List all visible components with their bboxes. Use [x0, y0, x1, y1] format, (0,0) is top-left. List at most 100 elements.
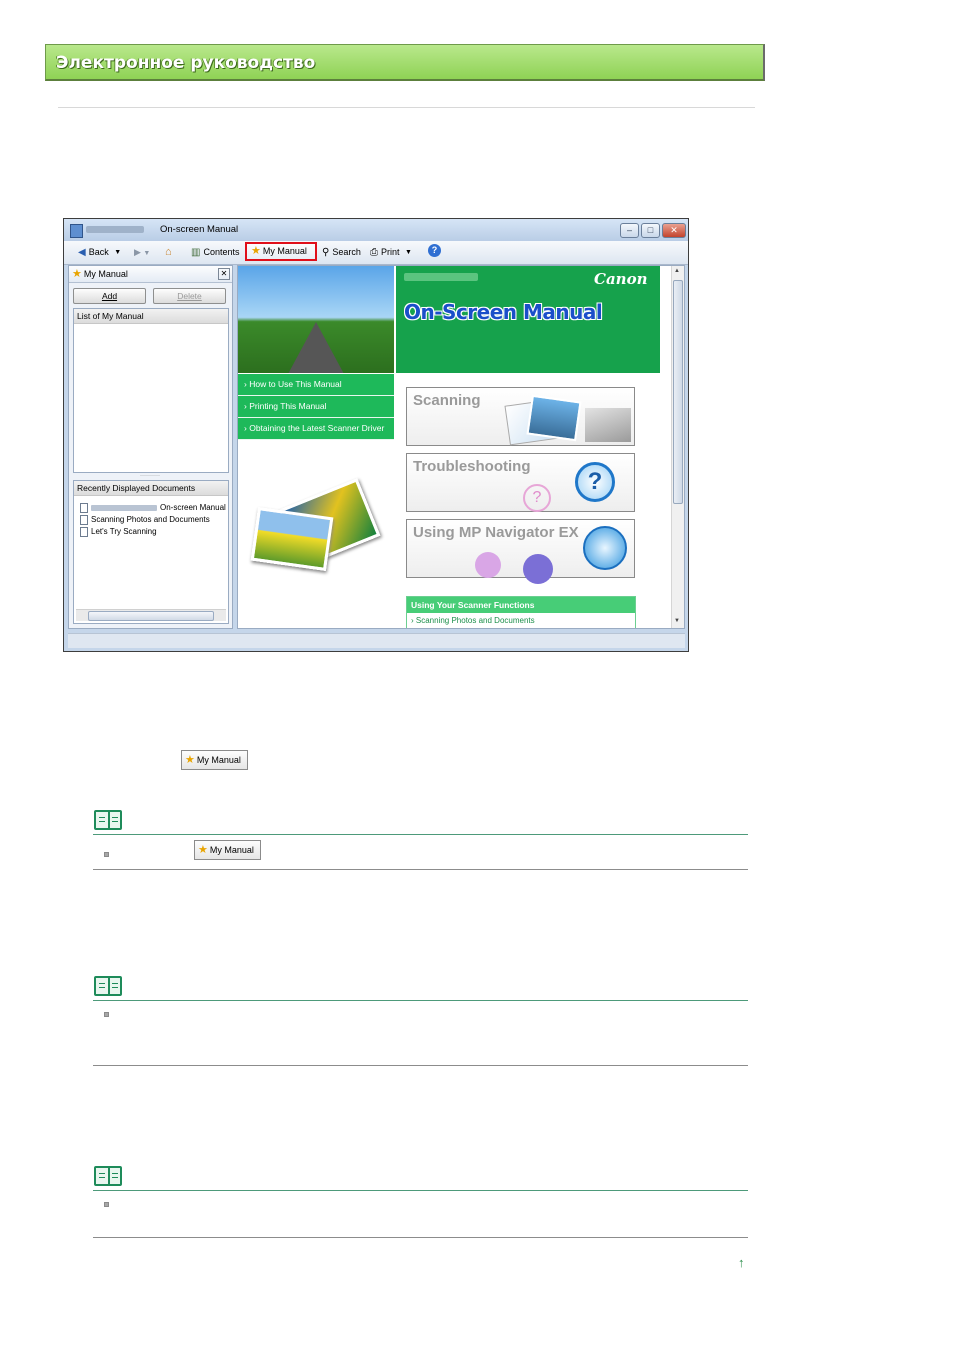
note-bullet: [104, 1012, 109, 1017]
my-manual-label: My Manual: [262, 246, 307, 256]
nav-link-label: Obtaining the Latest Scanner Driver: [249, 423, 385, 433]
my-manual-button-highlighted[interactable]: ★ My Manual: [245, 242, 317, 261]
road-shape: [288, 322, 344, 373]
help-icon: ?: [575, 462, 615, 502]
inline-button-label: My Manual: [196, 755, 241, 765]
search-label: Search: [332, 247, 361, 257]
scrollbar-thumb[interactable]: [88, 611, 214, 621]
help-icon: ?: [523, 484, 551, 512]
panel-close-icon[interactable]: ✕: [218, 268, 230, 280]
note-end-rule: [93, 1237, 748, 1238]
delete-label: Delete: [177, 291, 202, 301]
nav-link-how-to-use[interactable]: › How to Use This Manual: [238, 374, 394, 396]
list-header: List of My Manual: [74, 309, 228, 324]
print-label: Print: [381, 247, 400, 257]
maximize-icon[interactable]: □: [641, 223, 660, 238]
search-button[interactable]: ⚲ Search: [322, 245, 361, 259]
book-icon: ▥: [191, 246, 201, 258]
panel-splitter[interactable]: ··········: [73, 473, 227, 479]
contents-button[interactable]: ▥ Contents: [191, 245, 239, 259]
disc-icon: [475, 552, 501, 578]
card-mp-navigator[interactable]: Using MP Navigator EX: [406, 519, 635, 584]
card-title: Scanning: [413, 392, 481, 409]
search-icon: ⚲: [322, 246, 330, 258]
note-book-icon: [94, 810, 122, 830]
back-button[interactable]: ◀ Back ▼: [78, 245, 124, 259]
functions-link[interactable]: › Scanning Photos and Documents: [411, 616, 535, 625]
scanner-functions-box: Using Your Scanner Functions › Scanning …: [406, 596, 636, 628]
functions-link-label: Scanning Photos and Documents: [415, 616, 535, 625]
app-window-screenshot: On-screen Manual – □ ✕ ◀ Back ▼ ▶ ▼ ⌂ ▥ Co…: [63, 218, 689, 652]
home-icon[interactable]: ⌂: [165, 245, 172, 259]
back-arrow-icon: ◀: [78, 246, 86, 258]
manual-content-pane: Canon On-Screen Manual › How to Use This…: [237, 265, 685, 629]
add-label: Add: [101, 291, 118, 301]
note-bullet: [104, 1202, 109, 1207]
list-item[interactable]: Scanning Photos and Documents: [80, 515, 210, 525]
my-manual-list[interactable]: List of My Manual: [73, 308, 229, 473]
note-book-icon: [94, 976, 122, 996]
panel-title: My Manual: [83, 269, 128, 279]
header-divider: [58, 107, 755, 108]
nav-link-label: How to Use This Manual: [249, 379, 342, 389]
window-title: On-screen Manual: [160, 224, 239, 235]
forward-button[interactable]: ▶ ▼: [134, 245, 150, 259]
note-rule: [93, 834, 748, 835]
scanner-illustration: [585, 408, 631, 442]
list-item[interactable]: Let's Try Scanning: [80, 527, 157, 537]
my-manual-inline-button: ★ My Manual: [194, 840, 261, 860]
note-rule: [93, 1190, 748, 1191]
list-item-label: On-screen Manual: [160, 503, 226, 513]
manual-title: Электронное руководство: [56, 53, 316, 73]
help-icon[interactable]: ?: [428, 244, 441, 257]
note-rule: [93, 1000, 748, 1001]
scrollbar-thumb[interactable]: [673, 280, 683, 504]
nav-link-label: Printing This Manual: [249, 401, 327, 411]
canon-logo: Canon: [594, 270, 648, 288]
vertical-scrollbar[interactable]: ▲ ▼: [671, 266, 684, 628]
app-icon: [70, 224, 83, 238]
star-icon: ★: [72, 268, 82, 280]
inline-button-label: My Manual: [209, 845, 254, 855]
card-scanning[interactable]: Scanning: [406, 387, 635, 446]
my-manual-panel: ★ My Manual ✕ Add Delete List of My Manua…: [68, 265, 233, 629]
card-title: Troubleshooting: [413, 458, 531, 475]
scanner-icon: [583, 526, 627, 570]
list-item-label: Let's Try Scanning: [91, 527, 157, 537]
close-icon[interactable]: ✕: [662, 223, 686, 238]
delete-button[interactable]: Delete: [153, 288, 226, 304]
card-troubleshooting[interactable]: Troubleshooting ? ?: [406, 453, 635, 512]
document-icon: [80, 503, 88, 513]
minimize-icon[interactable]: –: [620, 223, 639, 238]
functions-heading: Using Your Scanner Functions: [407, 597, 635, 613]
blurred-product-name: [86, 226, 144, 233]
horizontal-scrollbar[interactable]: [76, 609, 226, 621]
window-titlebar: On-screen Manual – □ ✕: [64, 219, 688, 241]
photo-illustration: [526, 394, 582, 442]
card-title: Using MP Navigator EX: [413, 524, 579, 541]
print-button[interactable]: ⎙ Print ▼: [370, 245, 415, 259]
back-label: Back: [88, 247, 109, 257]
manual-heading: On-Screen Manual: [404, 300, 603, 324]
add-button[interactable]: Add: [73, 288, 146, 304]
document-icon: [80, 527, 88, 537]
star-icon: ★: [185, 754, 195, 766]
blurred-product-name: [91, 505, 157, 511]
star-icon: ★: [251, 245, 261, 257]
page-top-arrow-icon[interactable]: ↑: [738, 1256, 745, 1269]
note-book-icon: [94, 1166, 122, 1186]
scroll-up-icon[interactable]: ▲: [674, 268, 680, 274]
print-icon: ⎙: [370, 246, 378, 258]
photo-illustration: [250, 506, 334, 572]
nav-link-driver[interactable]: › Obtaining the Latest Scanner Driver: [238, 418, 394, 440]
note-end-rule: [93, 869, 748, 870]
grid-icon: [523, 554, 553, 584]
nav-link-printing[interactable]: › Printing This Manual: [238, 396, 394, 418]
list-item[interactable]: On-screen Manual: [80, 503, 226, 513]
recent-documents-list: Recently Displayed Documents On-screen M…: [73, 480, 229, 624]
road-photo: [238, 266, 394, 373]
chevron-down-icon: ▼: [114, 248, 122, 256]
scroll-down-icon[interactable]: ▼: [674, 618, 680, 624]
document-icon: [80, 515, 88, 525]
list-item-label: Scanning Photos and Documents: [91, 515, 210, 525]
